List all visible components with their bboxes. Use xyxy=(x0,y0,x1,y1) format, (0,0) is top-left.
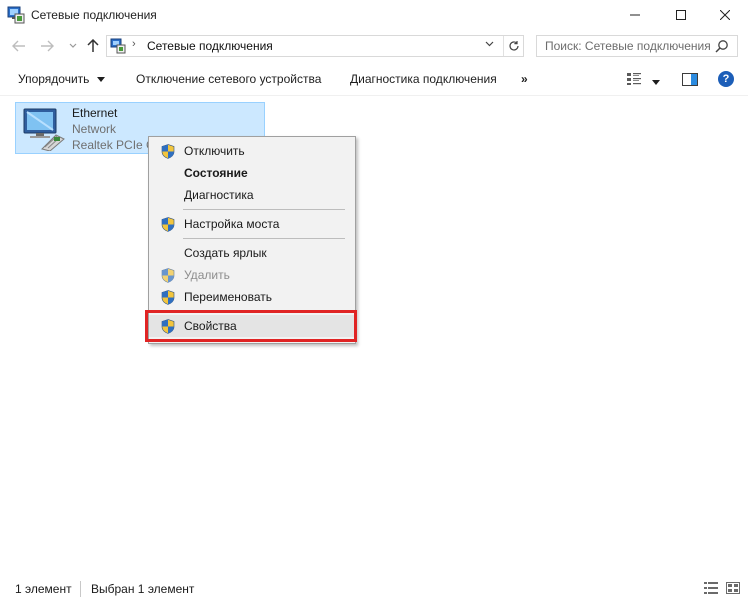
uac-shield-icon xyxy=(161,217,175,232)
change-view-button[interactable] xyxy=(626,72,642,89)
menu-item-diagnose[interactable]: Диагностика xyxy=(149,184,355,206)
caret-down-icon xyxy=(96,76,105,82)
arrow-up-icon xyxy=(87,39,99,52)
arrow-left-icon xyxy=(12,40,25,52)
menu-item-label: Настройка моста xyxy=(184,217,280,231)
caret-down-icon xyxy=(652,80,660,85)
up-button[interactable] xyxy=(84,38,102,54)
close-icon xyxy=(720,10,730,20)
item-count: 1 элемент xyxy=(15,582,72,596)
network-folder-icon xyxy=(110,38,126,54)
uac-shield-icon xyxy=(161,290,175,305)
title-bar: Сетевые подключения xyxy=(0,0,748,30)
details-view-icon xyxy=(704,582,718,594)
menu-separator xyxy=(183,238,345,239)
help-icon: ? xyxy=(722,73,730,85)
menu-item-rename[interactable]: Переименовать xyxy=(149,286,355,308)
maximize-icon xyxy=(676,10,686,20)
large-icons-view-button[interactable] xyxy=(726,582,740,597)
menu-item-disable[interactable]: Отключить xyxy=(149,140,355,162)
menu-item-bridge-connections[interactable]: Настройка моста xyxy=(149,213,355,235)
details-view-button[interactable] xyxy=(704,582,718,597)
minimize-icon xyxy=(630,14,640,16)
preview-pane-icon xyxy=(682,73,698,86)
view-options-icon xyxy=(627,73,641,85)
forward-button[interactable] xyxy=(38,38,56,54)
search-icon xyxy=(715,40,728,53)
breadcrumb-path[interactable]: Сетевые подключения xyxy=(147,39,273,53)
address-bar[interactable]: › Сетевые подключения xyxy=(106,35,524,57)
menu-item-label: Переименовать xyxy=(184,290,272,304)
chevron-down-icon xyxy=(69,43,77,48)
organize-label: Упорядочить xyxy=(18,72,90,86)
refresh-button[interactable] xyxy=(503,36,523,56)
diagnose-connection-button[interactable]: Диагностика подключения xyxy=(350,72,497,86)
maximize-button[interactable] xyxy=(658,0,704,30)
network-adapter-icon xyxy=(23,108,65,151)
menu-item-create-shortcut[interactable]: Создать ярлык xyxy=(149,242,355,264)
view-dropdown-button[interactable] xyxy=(652,75,660,89)
menu-item-label: Удалить xyxy=(184,268,230,282)
close-button[interactable] xyxy=(702,0,748,30)
chevron-down-icon xyxy=(485,41,494,47)
menu-item-status[interactable]: Состояние xyxy=(149,162,355,184)
status-separator xyxy=(80,581,81,597)
back-button[interactable] xyxy=(10,38,28,54)
menu-item-label: Состояние xyxy=(184,166,248,180)
menu-item-delete: Удалить xyxy=(149,264,355,286)
menu-item-label: Отключить xyxy=(184,144,245,158)
uac-shield-icon xyxy=(161,268,175,283)
menu-item-label: Диагностика xyxy=(184,188,254,202)
disable-network-device-button[interactable]: Отключение сетевого устройства xyxy=(136,72,321,86)
more-commands-button[interactable]: » xyxy=(521,72,528,86)
organize-button[interactable]: Упорядочить xyxy=(18,72,105,86)
large-icons-view-icon xyxy=(726,582,740,594)
refresh-icon xyxy=(508,41,519,51)
uac-shield-icon xyxy=(161,144,175,159)
search-placeholder: Поиск: Сетевые подключения xyxy=(545,39,711,53)
help-button[interactable]: ? xyxy=(718,71,734,87)
selected-count: Выбран 1 элемент xyxy=(91,582,195,596)
connection-network: Network xyxy=(72,122,117,136)
breadcrumb-separator: › xyxy=(132,38,136,50)
arrow-right-icon xyxy=(41,40,54,52)
window-title: Сетевые подключения xyxy=(31,8,157,22)
preview-pane-button[interactable] xyxy=(682,73,698,89)
menu-item-label: Создать ярлык xyxy=(184,246,267,260)
properties-highlight-annotation xyxy=(145,310,357,342)
menu-separator xyxy=(183,209,345,210)
connection-name: Ethernet xyxy=(72,106,118,120)
minimize-button[interactable] xyxy=(612,0,658,30)
address-dropdown-button[interactable] xyxy=(485,39,494,49)
recent-locations-button[interactable] xyxy=(64,38,82,54)
search-input[interactable]: Поиск: Сетевые подключения xyxy=(536,35,738,57)
network-connections-app-icon xyxy=(7,6,25,24)
